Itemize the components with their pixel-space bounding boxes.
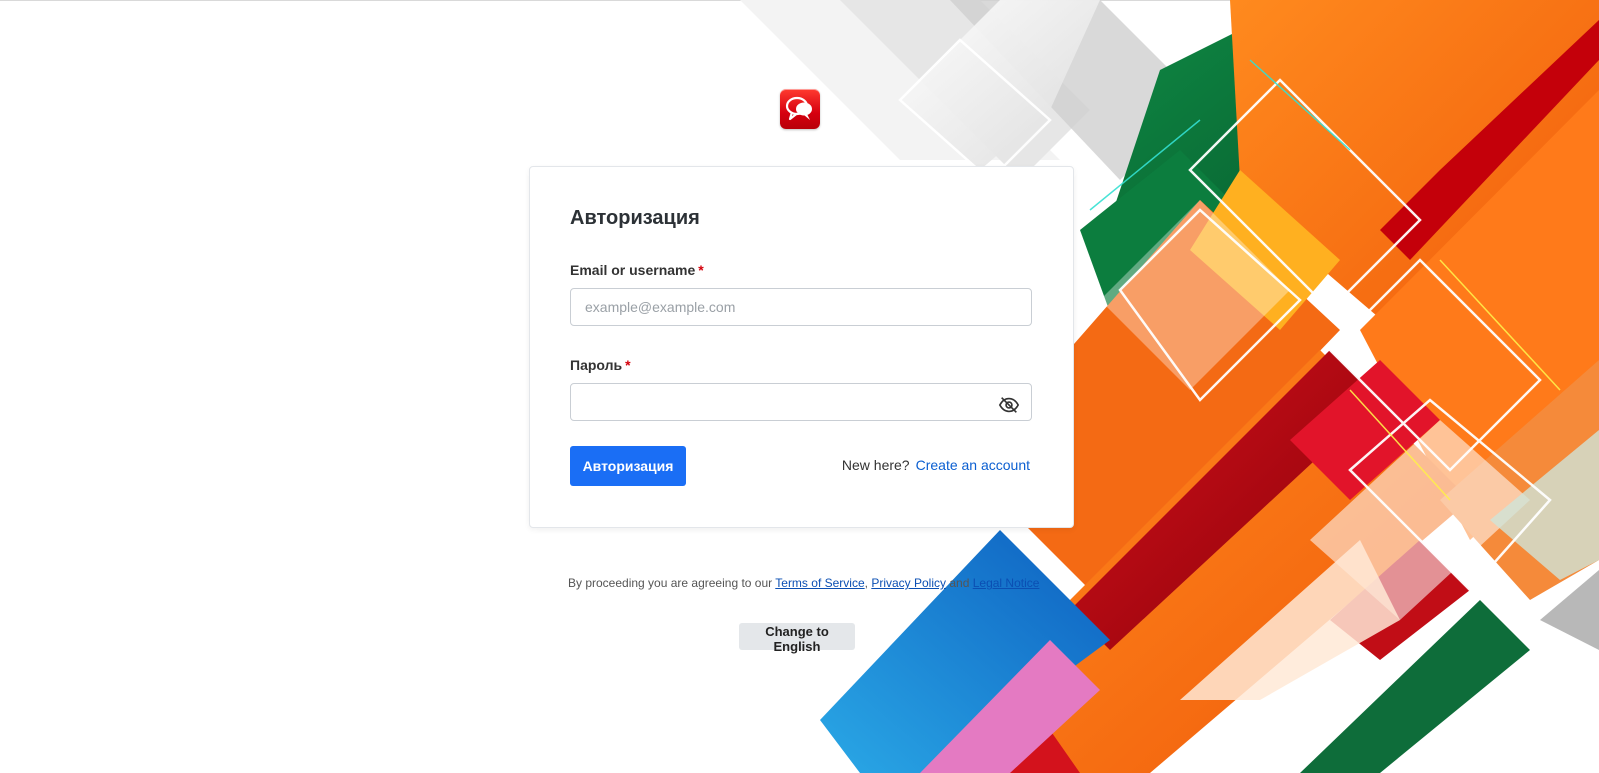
change-language-button[interactable]: Change to English <box>739 623 855 654</box>
legal-separator-comma: , <box>864 576 868 590</box>
create-account-link[interactable]: Create an account <box>916 457 1030 473</box>
login-title: Авторизация <box>570 207 700 229</box>
required-marker: * <box>625 357 631 373</box>
email-input[interactable] <box>570 288 1032 326</box>
signup-prompt: New here? Create an account <box>842 457 1030 473</box>
required-marker: * <box>698 262 704 278</box>
new-here-text: New here? <box>841 457 910 473</box>
legal-prefix: By proceeding you are agreeing to our <box>568 576 773 590</box>
email-label-text: Email or username <box>570 262 696 278</box>
privacy-policy-link[interactable]: Privacy Policy <box>871 576 946 590</box>
password-label-text: Пароль <box>570 357 623 373</box>
email-label: Email or username * <box>570 262 704 278</box>
legal-notice-link[interactable]: Legal Notice <box>973 576 1040 590</box>
login-submit-button[interactable]: Авторизация <box>570 446 686 486</box>
app-logo <box>780 89 820 129</box>
chat-bubbles-icon <box>785 96 812 121</box>
legal-notice: By proceeding you are agreeing to our Te… <box>568 576 1039 590</box>
eye-off-icon[interactable] <box>998 394 1020 416</box>
password-input[interactable] <box>570 383 1032 421</box>
login-card: Авторизация Email or username* Пароль* А… <box>529 166 1074 528</box>
terms-of-service-link[interactable]: Terms of Service <box>775 576 864 590</box>
legal-separator-and: and <box>949 576 970 590</box>
password-label: Пароль * <box>570 357 631 373</box>
